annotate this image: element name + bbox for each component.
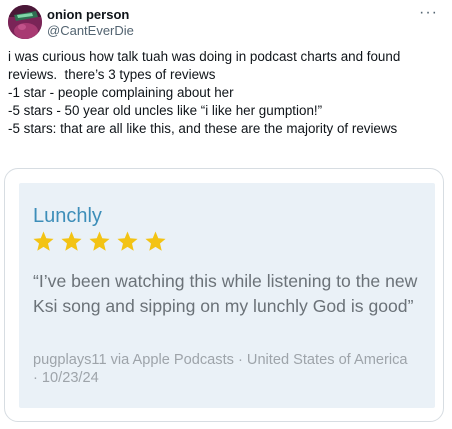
- star-rating: [32, 230, 167, 254]
- tweet-line: -5 stars: that are all like this, and th…: [8, 121, 398, 136]
- avatar[interactable]: [8, 5, 42, 39]
- review-title: Lunchly: [33, 205, 102, 227]
- review-body: “I’ve been watching this while listening…: [33, 271, 418, 316]
- tweet-line: i was curious how talk tuah was doing in…: [8, 49, 405, 82]
- display-name[interactable]: onion person: [47, 7, 134, 23]
- more-options-icon[interactable]: ···: [419, 4, 438, 22]
- tweet-text: i was curious how talk tuah was doing in…: [8, 48, 440, 138]
- star-icon: [117, 231, 138, 251]
- tweet-line: -1 star - people complaining about her: [8, 85, 234, 100]
- user-names: onion person @CantEverDie: [47, 7, 134, 39]
- star-icon: [89, 231, 110, 251]
- avatar-image: [8, 5, 42, 39]
- star-icon: [33, 231, 54, 251]
- tweet-header: onion person @CantEverDie ···: [8, 4, 444, 40]
- tweet: onion person @CantEverDie ··· i was curi…: [0, 0, 452, 429]
- star-icon: [145, 231, 166, 251]
- tweet-line: -5 stars - 50 year old uncles like “i li…: [8, 103, 323, 118]
- review-screenshot: Lunchly “I’ve been watching this while l…: [19, 183, 435, 408]
- media-card[interactable]: Lunchly “I’ve been watching this while l…: [4, 168, 444, 422]
- review-meta: pugplays11 via Apple Podcasts · United S…: [33, 352, 408, 386]
- user-handle[interactable]: @CantEverDie: [47, 23, 134, 39]
- star-icon: [61, 231, 82, 251]
